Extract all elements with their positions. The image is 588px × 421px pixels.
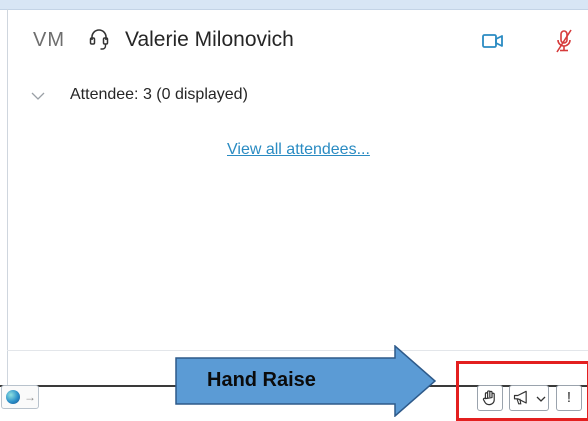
top-strip bbox=[0, 0, 588, 10]
panel-left-border bbox=[7, 9, 8, 385]
participant-name: Valerie Milonovich bbox=[125, 28, 294, 51]
globe-icon bbox=[6, 390, 20, 404]
chevron-down-icon bbox=[536, 396, 546, 402]
arrow-right-icon: → bbox=[24, 390, 36, 404]
more-options-button[interactable]: ! bbox=[556, 385, 582, 411]
chevron-down-icon[interactable] bbox=[30, 90, 46, 102]
video-camera-icon[interactable] bbox=[482, 32, 504, 50]
view-all-attendees-link[interactable]: View all attendees... bbox=[227, 141, 370, 159]
headset-icon bbox=[89, 29, 109, 50]
avatar: VM bbox=[33, 29, 65, 51]
exclamation-icon: ! bbox=[566, 389, 572, 406]
megaphone-icon bbox=[513, 390, 527, 405]
hand-raise-button[interactable] bbox=[477, 385, 503, 411]
status-toggle-button[interactable]: → bbox=[1, 385, 39, 409]
reactions-button[interactable] bbox=[509, 385, 549, 411]
attendee-count-label: Attendee: 3 (0 displayed) bbox=[70, 86, 248, 103]
hand-raise-icon bbox=[482, 390, 495, 406]
participant-row[interactable]: VM Valerie Milonovich bbox=[8, 22, 588, 62]
microphone-muted-icon[interactable] bbox=[555, 28, 573, 54]
annotation-label: Hand Raise bbox=[207, 369, 316, 391]
